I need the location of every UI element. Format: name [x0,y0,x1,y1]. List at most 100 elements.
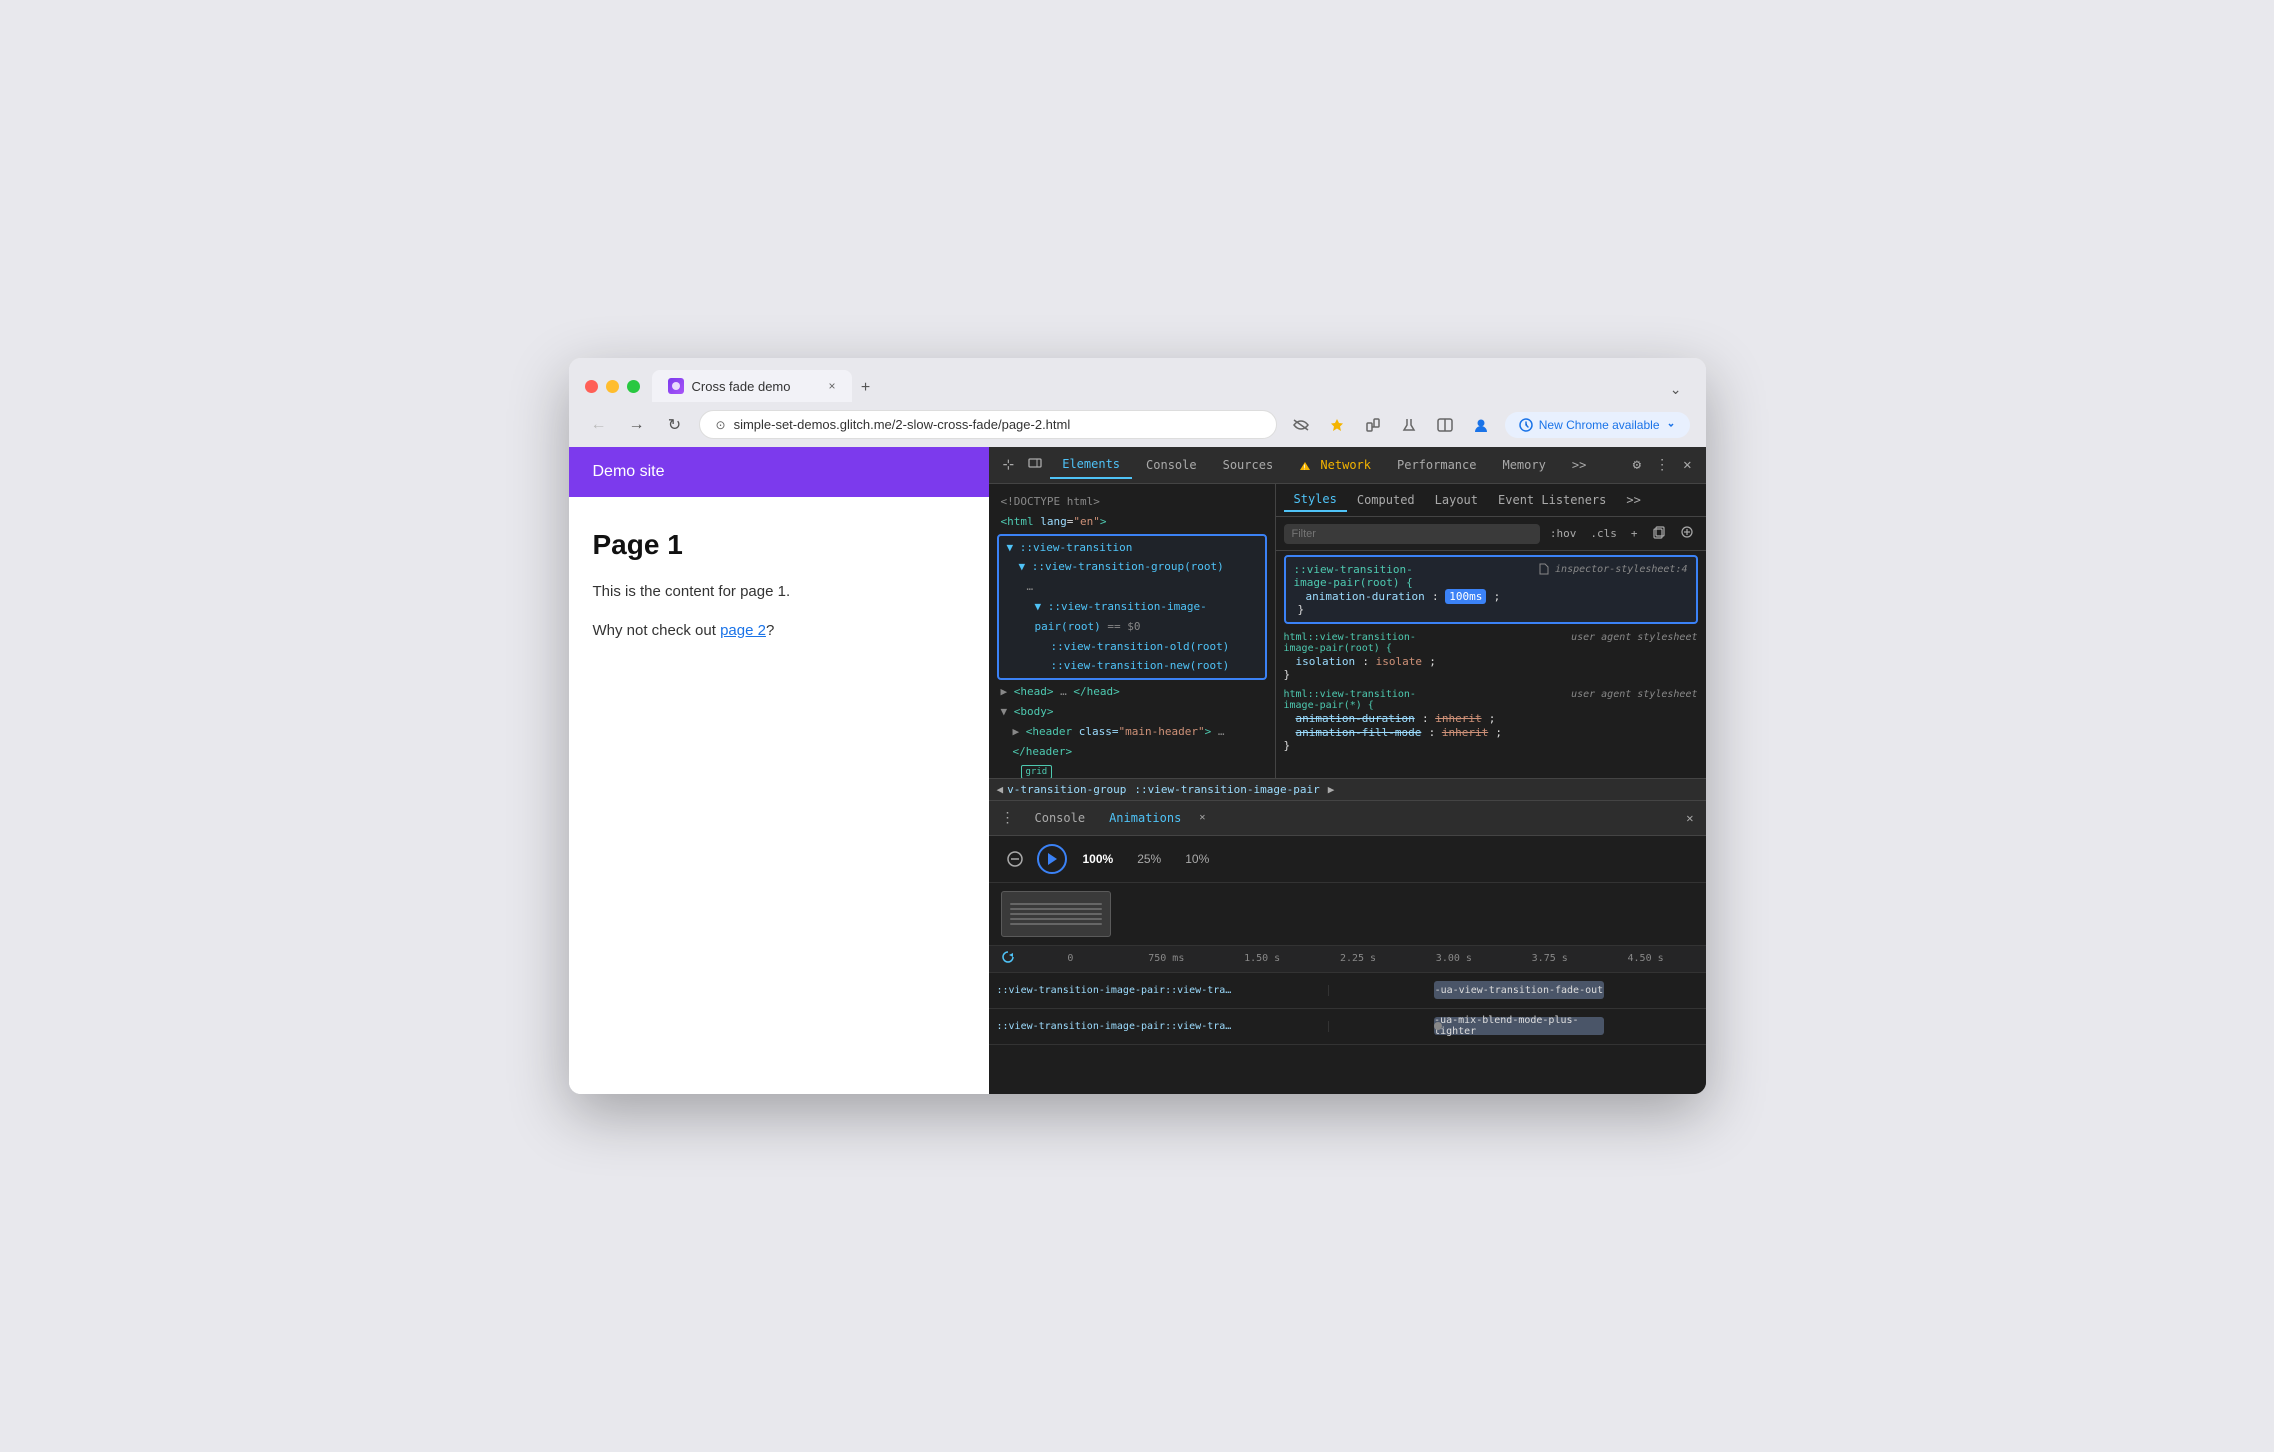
animation-play-button[interactable] [1037,844,1067,874]
profile-icon[interactable] [1467,411,1495,439]
view-transition-line[interactable]: ▼ ::view-transition [1003,538,1261,558]
view-transition-group-line[interactable]: ▼ ::view-transition-group(root) [1003,557,1261,577]
elements-panel: <!DOCTYPE html> <html lang="en"> ▼ ::vie… [989,484,1276,777]
anim-tab-close-icon[interactable]: ✕ [1199,812,1205,823]
maximize-window-button[interactable] [627,380,640,393]
chrome-update-label: New Chrome available [1539,418,1660,432]
animation-more-icon[interactable]: ⋮ [1001,810,1015,826]
back-button[interactable]: ← [585,411,613,439]
speed-25-button[interactable]: 25% [1129,848,1169,870]
animation-duration-prop: animation-duration [1306,590,1425,603]
view-transition-new-line[interactable]: ::view-transition-new(root) [1003,656,1261,676]
tab-console[interactable]: Console [1134,452,1209,478]
anim-bar-1-label: -ua-view-transition-fade-out [1435,985,1604,996]
animation-clear-button[interactable] [1001,845,1029,873]
animation-track-box [1001,891,1111,937]
style-rule-1: html::view-transition-image-pair(root) {… [1284,632,1698,681]
highlighted-rule-body: animation-duration : 100ms ; [1294,589,1688,603]
breadcrumb-arrow-left[interactable]: ◀ [997,783,1004,796]
labs-icon[interactable] [1395,411,1423,439]
animation-panel-close-button[interactable]: ✕ [1686,811,1693,825]
anim-row-2-bar: -ua-mix-blend-mode-plus-lighter [1329,1009,1706,1044]
site-security-icon: ⊙ [716,418,726,432]
tab-layout[interactable]: Layout [1425,489,1488,511]
anim-tab-console[interactable]: Console [1027,807,1094,829]
devtools-close-icon[interactable]: ✕ [1677,453,1697,477]
tab-memory[interactable]: Memory [1490,452,1557,478]
view-transition-old-line[interactable]: ::view-transition-old(root) [1003,637,1261,657]
tick-750ms: 750 ms [1118,953,1214,964]
active-tab[interactable]: Cross fade demo × [652,370,852,402]
address-bar: ← → ↻ ⊙ simple-set-demos.glitch.me/2-slo… [569,402,1706,447]
breadcrumb-arrow-right[interactable]: ▶ [1328,783,1335,796]
tab-elements[interactable]: Elements [1050,451,1132,479]
view-transition-image-pair-line[interactable]: ▼ ::view-transition-image-pair(root) == … [1003,597,1261,637]
site-content-line2: Why not check out page 2? [593,620,965,643]
tab-sources[interactable]: Sources [1211,452,1286,478]
tick-0: 0 [1023,953,1119,964]
bookmark-star-icon[interactable] [1323,411,1351,439]
rule1-prop: isolation [1296,655,1356,668]
tab-performance[interactable]: Performance [1385,452,1488,478]
rule2-prop2: animation-fill-mode [1296,726,1422,739]
tab-more-styles[interactable]: >> [1616,489,1650,511]
website-content: Demo site Page 1 This is the content for… [569,447,989,1094]
speed-100-button[interactable]: 100% [1075,848,1122,870]
tab-more[interactable]: >> [1560,452,1598,478]
split-screen-icon[interactable] [1431,411,1459,439]
styles-filter-input[interactable] [1284,524,1540,544]
rule1-selector: html::view-transition-image-pair(root) { [1284,632,1416,654]
speed-10-button[interactable]: 10% [1177,848,1217,870]
highlighted-selector: ::view-transition-image-pair(root) { [1294,563,1413,589]
tab-styles[interactable]: Styles [1284,488,1347,512]
timeline-reset-button[interactable] [1001,950,1015,968]
forward-button[interactable]: → [623,411,651,439]
devtools-responsive-icon[interactable] [1022,452,1048,478]
traffic-lights [585,380,640,393]
anim-row-1: ::view-transition-image-pair::view-tra… … [989,973,1706,1009]
style-rule-2: html::view-transition-image-pair(*) { us… [1284,689,1698,752]
devtools-settings-icon[interactable]: ⚙ [1627,453,1647,477]
filter-copy-icon[interactable] [1648,523,1670,544]
rule2-val2: inherit [1442,726,1488,739]
timeline-scrubber[interactable] [1434,1022,1442,1030]
devtools-more-icon[interactable]: ⋮ [1649,453,1675,477]
header-line[interactable]: ▶ <header class="main-header"> … </heade… [997,722,1267,762]
filter-add-button[interactable]: + [1627,525,1642,542]
tab-event-listeners[interactable]: Event Listeners [1488,489,1616,511]
site-header: Demo site [569,447,989,497]
styles-tabs: Styles Computed Layout Event Listeners >… [1276,484,1706,517]
devtools-select-icon[interactable]: ⊹ [997,453,1021,477]
anim-tab-animations[interactable]: Animations [1101,807,1189,829]
rule2-prop1: animation-duration [1296,712,1415,725]
tab-computed[interactable]: Computed [1347,489,1425,511]
tab-network[interactable]: ! Network [1287,452,1383,478]
devtools-header: ⊹ Elements Console Sources ! Network Per… [989,447,1706,484]
head-line[interactable]: ▶ <head> … </head> [997,682,1267,702]
animation-duration-value[interactable]: 100ms [1445,589,1486,604]
tab-menu-button[interactable]: ⌄ [1662,377,1690,402]
grid-badge[interactable]: grid [997,763,1267,777]
page2-link[interactable]: page 2 [720,622,766,639]
refresh-button[interactable]: ↻ [661,411,689,439]
toolbar-icons [1287,411,1495,439]
tab-close-button[interactable]: × [828,379,835,393]
breadcrumb-v-transition-group[interactable]: v-transition-group [1007,783,1126,796]
filter-inspect-icon[interactable] [1676,523,1698,544]
main-area: Demo site Page 1 This is the content for… [569,447,1706,1094]
rule2-body: animation-duration : inherit ; [1284,711,1698,725]
minimize-window-button[interactable] [606,380,619,393]
site-page-title: Page 1 [593,529,965,561]
filter-hov-button[interactable]: :hov [1546,525,1581,542]
breadcrumb-image-pair[interactable]: ::view-transition-image-pair [1134,783,1319,796]
close-window-button[interactable] [585,380,598,393]
eye-slash-icon[interactable] [1287,411,1315,439]
extension-icon[interactable] [1359,411,1387,439]
chrome-update-button[interactable]: New Chrome available [1505,412,1690,438]
body-open-line[interactable]: ▼ <body> [997,702,1267,722]
styles-filter-row: :hov .cls + [1276,517,1706,551]
new-tab-button[interactable]: + [852,374,880,402]
filter-cls-button[interactable]: .cls [1586,525,1621,542]
tick-150s: 1.50 s [1214,953,1310,964]
url-bar[interactable]: ⊙ simple-set-demos.glitch.me/2-slow-cros… [699,410,1277,439]
